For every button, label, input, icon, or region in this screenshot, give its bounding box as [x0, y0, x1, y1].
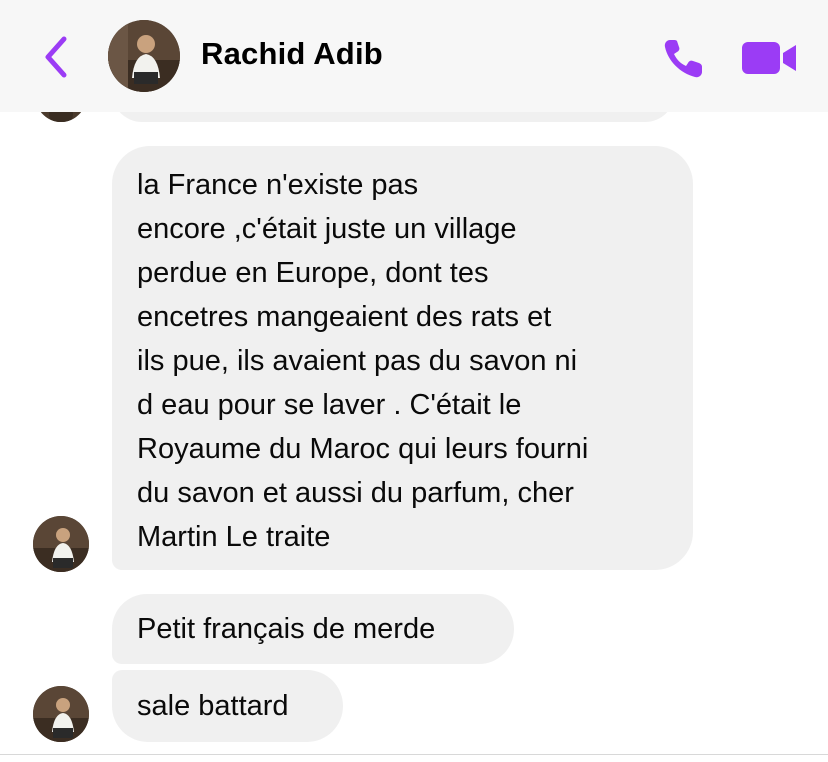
sender-avatar[interactable]: [33, 686, 89, 742]
phone-icon: [664, 40, 702, 78]
contact-name[interactable]: Rachid Adib: [201, 36, 383, 72]
video-camera-icon: [742, 42, 796, 74]
back-button[interactable]: [34, 34, 78, 80]
contact-avatar[interactable]: [108, 20, 180, 92]
bottom-divider: [0, 754, 828, 755]
message-bubble[interactable]: la France n'existe pas encore ,c'était j…: [112, 146, 693, 570]
chevron-left-icon: [45, 36, 67, 78]
video-call-button[interactable]: [740, 38, 800, 78]
message-line: perdue en Europe, dont tes: [137, 257, 489, 289]
message-text: sale battard: [137, 690, 289, 722]
message-bubble[interactable]: Petit français de merde: [112, 594, 514, 664]
avatar-photo: [108, 20, 180, 92]
message-text: Petit français de merde: [137, 613, 436, 645]
sender-avatar[interactable]: [33, 516, 89, 572]
message-line: Martin Le traite: [137, 521, 331, 553]
message-line: encore ,c'était juste un village: [137, 213, 517, 245]
chat-header: Rachid Adib: [0, 0, 828, 112]
message-line: ils pue, ils avaient pas du savon ni: [137, 345, 578, 377]
message-line: du savon et aussi du parfum, cher: [137, 477, 574, 509]
message-line: d eau pour se laver . C'était le: [137, 389, 522, 421]
message-bubble[interactable]: sale battard: [112, 670, 343, 742]
message-line: encetres mangeaient des rats et: [137, 301, 552, 333]
message-line: la France n'existe pas: [137, 169, 419, 201]
message-line: Royaume du Maroc qui leurs fourni: [137, 433, 589, 465]
chat-screen: Rachid Adib la France n'existe pas encor…: [0, 0, 828, 762]
call-button[interactable]: [660, 34, 708, 82]
